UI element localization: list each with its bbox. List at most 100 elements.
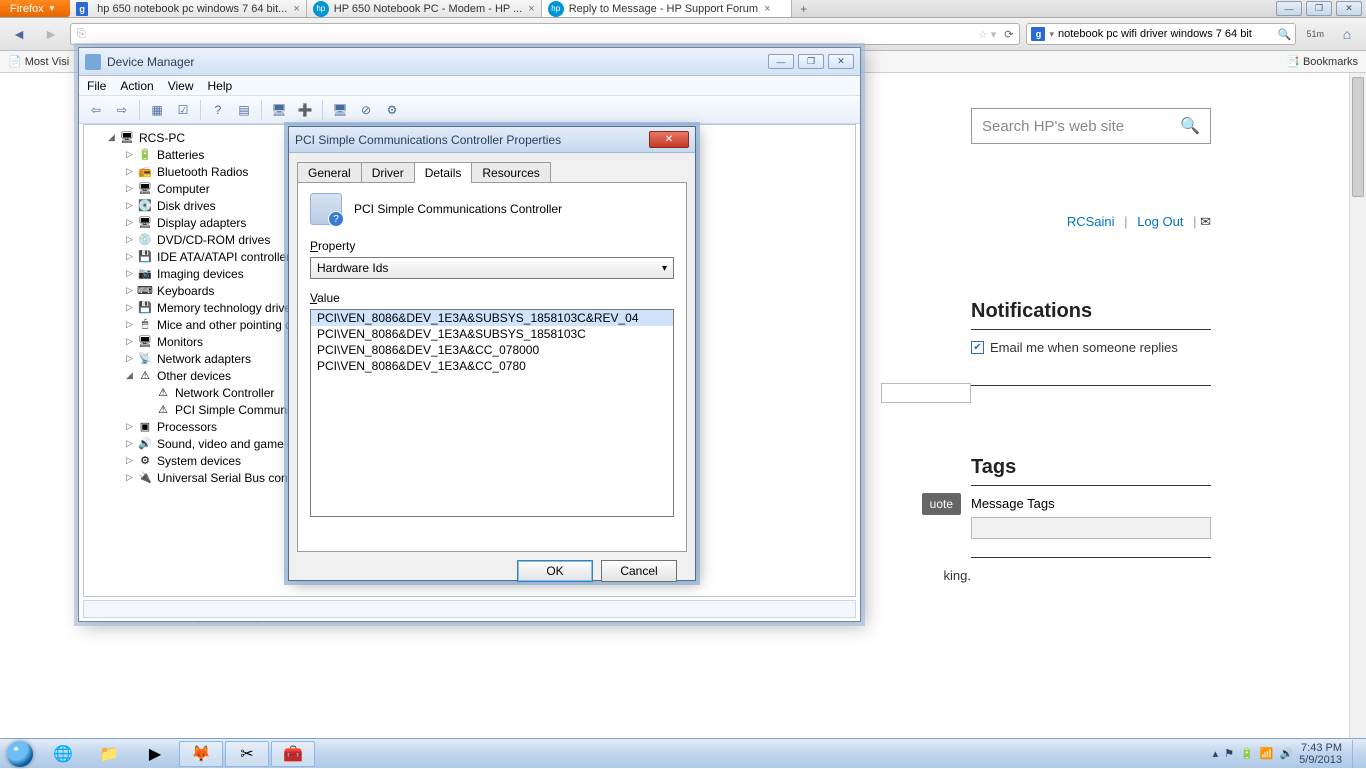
dm-maximize-button[interactable]: ❐ xyxy=(798,54,824,69)
device-category-icon: 💾 xyxy=(137,249,153,265)
tab-resources[interactable]: Resources xyxy=(471,162,550,183)
dropdown-icon[interactable]: ▾ xyxy=(1049,29,1054,40)
close-icon[interactable]: × xyxy=(528,3,534,15)
tray-chevron-icon[interactable]: ▴ xyxy=(1213,747,1219,760)
menu-file[interactable]: File xyxy=(87,79,106,93)
tb-fwd-icon[interactable]: ⇨ xyxy=(111,99,133,121)
window-maximize-button[interactable]: ❐ xyxy=(1306,1,1332,16)
tags-input[interactable] xyxy=(971,517,1211,539)
url-input[interactable]: ⎘ ☆ ▾ ⟳ xyxy=(70,23,1020,45)
prop-titlebar[interactable]: PCI Simple Communications Controller Pro… xyxy=(289,127,695,153)
tags-heading: Tags xyxy=(971,456,1211,479)
tray-battery-icon[interactable]: 🔋 xyxy=(1240,747,1254,760)
browser-tab-0[interactable]: g hp 650 notebook pc windows 7 64 bit...… xyxy=(70,0,307,17)
scrollbar-thumb[interactable] xyxy=(1352,77,1364,197)
dm-titlebar[interactable]: Device Manager — ❐ ✕ xyxy=(79,48,860,76)
hp-search-input[interactable]: Search HP's web site 🔍 xyxy=(971,108,1211,144)
reload-icon[interactable]: ⟳ xyxy=(1004,28,1013,41)
google-icon: g xyxy=(1031,27,1045,41)
dm-minimize-button[interactable]: — xyxy=(768,54,794,69)
dm-close-button[interactable]: ✕ xyxy=(828,54,854,69)
menu-view[interactable]: View xyxy=(168,79,194,93)
firefox-menu-button[interactable]: Firefox xyxy=(0,0,70,17)
start-button[interactable] xyxy=(0,739,40,769)
tray-network-icon[interactable]: 📶 xyxy=(1260,747,1274,760)
tab-general[interactable]: General xyxy=(297,162,362,183)
taskbar-explorer[interactable]: 📁 xyxy=(87,741,131,767)
tb-uninstall-icon[interactable]: 🖥 xyxy=(329,99,351,121)
browser-tab-1[interactable]: hp HP 650 Notebook PC - Modem - HP ... × xyxy=(307,0,542,17)
email-reply-label: Email me when someone replies xyxy=(990,340,1178,355)
taskbar-firefox[interactable]: 🦊 xyxy=(179,741,223,767)
quote-button-fragment[interactable]: uote xyxy=(922,493,961,515)
device-category-icon: 🖥 xyxy=(137,181,153,197)
tb-view-icon[interactable]: ▤ xyxy=(233,99,255,121)
device-manager-icon xyxy=(85,54,101,70)
close-icon[interactable]: × xyxy=(293,3,299,15)
tb-up-icon[interactable]: ▦ xyxy=(146,99,168,121)
search-icon[interactable]: 🔍 xyxy=(1180,116,1200,136)
property-label: Property xyxy=(310,239,674,253)
value-listbox[interactable]: PCI\VEN_8086&DEV_1E3A&SUBSYS_1858103C&RE… xyxy=(310,309,674,517)
device-category-icon: ▣ xyxy=(137,419,153,435)
username-link[interactable]: RCSaini xyxy=(1067,214,1115,229)
hardware-id-row[interactable]: PCI\VEN_8086&DEV_1E3A&SUBSYS_1858103C xyxy=(311,326,673,342)
show-desktop-button[interactable] xyxy=(1352,740,1360,768)
menu-action[interactable]: Action xyxy=(120,79,153,93)
mail-icon[interactable]: ✉ xyxy=(1200,214,1211,229)
property-select[interactable]: Hardware Ids xyxy=(310,257,674,279)
tab-details[interactable]: Details xyxy=(414,162,473,183)
tray-flag-icon[interactable]: ⚑ xyxy=(1224,747,1234,760)
ok-button[interactable]: OK xyxy=(517,560,593,582)
device-category-icon: 🔋 xyxy=(137,147,153,163)
tb-disable-icon[interactable]: ⊘ xyxy=(355,99,377,121)
logout-link[interactable]: Log Out xyxy=(1137,214,1183,229)
hardware-id-row[interactable]: PCI\VEN_8086&DEV_1E3A&CC_078000 xyxy=(311,342,673,358)
hp-search-placeholder: Search HP's web site xyxy=(982,118,1124,135)
tray-clock[interactable]: 7:43 PM 5/9/2013 xyxy=(1299,742,1342,766)
tab-label: Reply to Message - HP Support Forum xyxy=(569,3,758,15)
tab-driver[interactable]: Driver xyxy=(361,162,415,183)
prop-close-button[interactable]: ✕ xyxy=(649,131,689,148)
tab-label: HP 650 Notebook PC - Modem - HP ... xyxy=(334,3,523,15)
taskbar-ie[interactable]: 🌐 xyxy=(41,741,85,767)
new-tab-button[interactable]: + xyxy=(792,0,816,17)
most-visited-link[interactable]: 📄 Most Visi xyxy=(8,55,69,68)
forward-button: ► xyxy=(38,21,64,47)
tb-prop-icon[interactable]: ☑ xyxy=(172,99,194,121)
device-category-icon: 🔌 xyxy=(137,470,153,486)
divider xyxy=(971,485,1211,486)
window-close-button[interactable]: ✕ xyxy=(1336,1,1362,16)
tb-help-icon[interactable]: ? xyxy=(207,99,229,121)
taskbar-media[interactable]: ▶ xyxy=(133,741,177,767)
menu-help[interactable]: Help xyxy=(208,79,233,93)
back-button[interactable]: ◄ xyxy=(6,21,32,47)
tb-back-icon[interactable]: ⇦ xyxy=(85,99,107,121)
bookmark-star-icon[interactable]: ☆ ▾ xyxy=(978,28,996,41)
device-category-icon: 🖥 xyxy=(137,215,153,231)
home-button[interactable]: ⌂ xyxy=(1334,21,1360,47)
window-minimize-button[interactable]: — xyxy=(1276,1,1302,16)
tb-update-icon[interactable]: ⚙ xyxy=(381,99,403,121)
tb-add-icon[interactable]: ➕ xyxy=(294,99,316,121)
page-scrollbar[interactable] xyxy=(1349,73,1366,738)
hp-icon: hp xyxy=(548,1,564,17)
email-reply-checkbox[interactable]: ✔ xyxy=(971,341,984,354)
tb-scan-icon[interactable]: 🖥 xyxy=(268,99,290,121)
taskbar-snipping[interactable]: ✂ xyxy=(225,741,269,767)
search-input[interactable]: g ▾ notebook pc wifi driver windows 7 64… xyxy=(1026,23,1296,45)
close-icon[interactable]: × xyxy=(764,3,770,15)
search-go-icon[interactable]: 🔍 xyxy=(1278,28,1292,41)
taskbar-toolbox[interactable]: 🧰 xyxy=(271,741,315,767)
device-name: PCI Simple Communications Controller xyxy=(354,202,562,216)
tray-volume-icon[interactable]: 🔊 xyxy=(1279,747,1293,760)
hardware-id-row[interactable]: PCI\VEN_8086&DEV_1E3A&SUBSYS_1858103C&RE… xyxy=(311,310,673,326)
bookmarks-menu[interactable]: 📑 Bookmarks xyxy=(1286,55,1358,68)
tab-label: hp 650 notebook pc windows 7 64 bit... xyxy=(97,3,287,15)
prop-panel: PCI Simple Communications Controller Pro… xyxy=(297,182,687,552)
browser-tab-2[interactable]: hp Reply to Message - HP Support Forum × xyxy=(542,0,792,17)
hardware-id-row[interactable]: PCI\VEN_8086&DEV_1E3A&CC_0780 xyxy=(311,358,673,374)
device-category-icon: 💽 xyxy=(137,198,153,214)
cancel-button[interactable]: Cancel xyxy=(601,560,677,582)
divider xyxy=(971,329,1211,330)
